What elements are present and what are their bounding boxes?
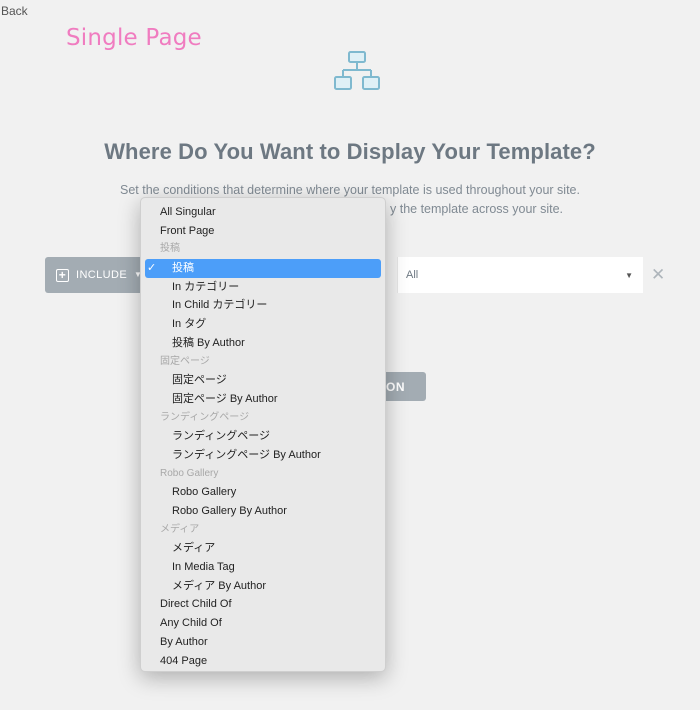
dropdown-option-label: Any Child Of — [160, 617, 222, 630]
dropdown-option[interactable]: ランディングページ — [141, 427, 385, 446]
dropdown-option-label: ランディングページ — [160, 411, 250, 423]
sub-condition-select[interactable]: All ▼ — [397, 257, 643, 293]
include-select[interactable]: + INCLUDE ▼ — [45, 257, 145, 293]
dropdown-option[interactable]: ✓ 投稿 — [145, 259, 381, 278]
dropdown-option[interactable]: Robo Gallery By Author — [141, 502, 385, 521]
dropdown-option-label: Direct Child Of — [160, 598, 232, 611]
dropdown-option-label: Front Page — [160, 224, 215, 237]
dropdown-option-label: In カテゴリー — [172, 280, 240, 293]
dropdown-option[interactable]: In カテゴリー — [141, 278, 385, 297]
close-icon[interactable]: ✕ — [651, 265, 665, 285]
dropdown-option-label: In Media Tag — [172, 561, 235, 574]
page-title: Where Do You Want to Display Your Templa… — [104, 139, 596, 164]
plus-square-icon: + — [56, 268, 69, 282]
dropdown-option-label: 投稿 — [160, 243, 180, 255]
dropdown-option-label: メディア By Author — [172, 579, 266, 592]
dropdown-option-label: 固定ページ — [172, 374, 227, 387]
include-label: INCLUDE — [76, 269, 128, 281]
sub-condition-value: All — [406, 269, 419, 281]
dropdown-group-label: メディア — [141, 521, 385, 540]
description-line-2: y the template across your site. — [390, 202, 563, 216]
dropdown-option-label: By Author — [160, 635, 208, 648]
dropdown-option[interactable]: In タグ — [141, 315, 385, 334]
dropdown-option-label: In Child カテゴリー — [172, 299, 268, 312]
description-line-1: Set the conditions that determine where … — [120, 183, 580, 197]
dropdown-option[interactable]: メディア By Author — [141, 577, 385, 596]
sitemap-icon — [334, 51, 380, 90]
dropdown-option[interactable]: In Child カテゴリー — [141, 296, 385, 315]
dropdown-option[interactable]: All Singular — [141, 203, 385, 222]
dropdown-option[interactable]: Robo Gallery — [141, 483, 385, 502]
dropdown-option-label: 固定ページ — [160, 355, 210, 367]
dropdown-option-label: Robo Gallery — [172, 486, 237, 499]
dropdown-option[interactable]: In Media Tag — [141, 558, 385, 577]
conditions-page: Back Single Page Where Do You Want to Di… — [0, 0, 700, 710]
dropdown-option-label: メディア — [160, 523, 200, 535]
dropdown-option-label: In タグ — [172, 318, 207, 331]
dropdown-option[interactable]: メディア — [141, 539, 385, 558]
overlay-title: Single Page — [66, 25, 202, 51]
dropdown-group-label: Robo Gallery — [141, 465, 385, 484]
dropdown-option[interactable]: By Author — [141, 633, 385, 652]
dropdown-option-label: Robo Gallery — [160, 467, 219, 479]
dropdown-option[interactable]: Any Child Of — [141, 614, 385, 633]
dropdown-option-label: 投稿 By Author — [172, 336, 245, 349]
checkmark-icon: ✓ — [147, 262, 157, 275]
dropdown-option-label: 投稿 — [172, 262, 194, 275]
dropdown-group-label: 固定ページ — [141, 353, 385, 372]
back-link[interactable]: Back — [1, 4, 28, 18]
dropdown-option[interactable]: Direct Child Of — [141, 595, 385, 614]
dropdown-option-label: 固定ページ By Author — [172, 392, 278, 405]
dropdown-option-label: Robo Gallery By Author — [172, 505, 287, 517]
dropdown-option-label: メディア — [172, 542, 216, 555]
dropdown-option[interactable]: Front Page — [141, 222, 385, 241]
dropdown-option[interactable]: 固定ページ — [141, 371, 385, 390]
dropdown-group-label: ランディングページ — [141, 409, 385, 428]
dropdown-option[interactable]: 固定ページ By Author — [141, 390, 385, 409]
dropdown-option-label: ランディングページ — [172, 430, 271, 443]
dropdown-option[interactable]: 404 Page — [141, 652, 385, 671]
condition-dropdown-menu: All Singular Front Page 投稿 ✓ 投稿 In カテゴリー In Ch… — [140, 197, 386, 672]
dropdown-option[interactable]: ランディングページ By Author — [141, 446, 385, 465]
dropdown-option-label: All Singular — [160, 206, 216, 218]
dropdown-option[interactable]: 投稿 By Author — [141, 334, 385, 353]
dropdown-option-label: ランディングページ By Author — [172, 448, 321, 461]
dropdown-group-label: 投稿 — [141, 240, 385, 259]
dropdown-option-label: 404 Page — [160, 654, 208, 667]
chevron-down-icon: ▼ — [625, 271, 633, 280]
